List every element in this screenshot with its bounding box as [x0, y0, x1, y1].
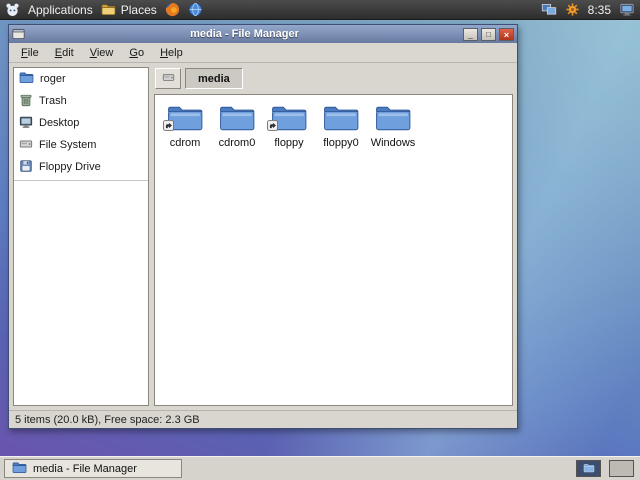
folder-icon: [12, 461, 27, 477]
titlebar[interactable]: media - File Manager _ □ ×: [9, 25, 517, 43]
file-label: cdrom0: [218, 137, 256, 149]
file-label: floppy0: [323, 137, 359, 149]
window-title: media - File Manager: [190, 28, 299, 40]
trash-icon: [19, 93, 33, 110]
places-label: Places: [120, 2, 157, 17]
clock-text: 8:35: [587, 2, 611, 17]
status-text: 5 items (20.0 kB), Free space: 2.3 GB: [15, 413, 200, 426]
sidebar-item-label: roger: [40, 73, 66, 85]
file-manager-window: media - File Manager _ □ × File Edit Vie…: [8, 24, 518, 429]
sidebar-item-home[interactable]: roger: [14, 68, 148, 90]
main-pane: media cdrom cdrom0 floppy floppy0 Window…: [154, 67, 513, 406]
folder-icon: [163, 103, 204, 136]
sidebar-item-floppy-drive[interactable]: Floppy Drive: [14, 156, 148, 178]
filesystem-icon: [162, 71, 175, 87]
pathbar-media-button[interactable]: media: [185, 68, 243, 89]
workspace-1[interactable]: [576, 460, 601, 477]
folder-icon: [267, 103, 308, 136]
monitor-tray[interactable]: [619, 0, 635, 20]
filesystem-icon: [19, 137, 33, 154]
sidebar-item-label: Floppy Drive: [39, 161, 101, 173]
symlink-emblem-icon: [267, 118, 278, 136]
file-floppy0[interactable]: floppy0: [315, 103, 367, 149]
firefox-icon: [165, 2, 180, 17]
folder-icon: [218, 103, 256, 134]
file-icon-view[interactable]: cdrom cdrom0 floppy floppy0 Windows: [154, 94, 513, 406]
file-floppy[interactable]: floppy: [263, 103, 315, 149]
workspace-pager: [576, 460, 634, 477]
taskbar-window-label: media - File Manager: [33, 462, 137, 475]
window-icon: [12, 28, 26, 41]
xfce-menu-button[interactable]: [5, 0, 20, 20]
floppy-icon: [19, 159, 33, 176]
applications-label: Applications: [28, 2, 93, 17]
menu-help[interactable]: Help: [152, 45, 191, 61]
home-folder-icon: [19, 71, 34, 87]
file-label: Windows: [370, 137, 416, 149]
folder-icon: [374, 103, 412, 134]
places-folder-icon: [101, 3, 116, 16]
taskbar-window-button[interactable]: media - File Manager: [4, 459, 182, 478]
pathbar-media-label: media: [198, 72, 230, 85]
statusbar: 5 items (20.0 kB), Free space: 2.3 GB: [9, 410, 517, 428]
sidebar-item-filesystem[interactable]: File System: [14, 134, 148, 156]
sidebar-item-label: Desktop: [39, 117, 80, 129]
sidebar-item-label: File System: [39, 139, 97, 151]
sidebar-item-desktop[interactable]: Desktop: [14, 112, 148, 134]
places-menu[interactable]: Places: [101, 0, 157, 20]
workspace-2[interactable]: [609, 460, 634, 477]
menu-view[interactable]: View: [82, 45, 122, 61]
pathbar: media: [154, 67, 513, 94]
file-cdrom0[interactable]: cdrom0: [211, 103, 263, 149]
sidebar-item-label: Trash: [39, 95, 67, 107]
file-label: cdrom: [169, 137, 201, 149]
close-button[interactable]: ×: [499, 27, 514, 41]
xfce-menu-icon: [5, 2, 20, 17]
symlink-emblem-icon: [163, 118, 174, 136]
globe-launcher[interactable]: [188, 0, 203, 20]
menu-go[interactable]: Go: [121, 45, 152, 61]
bottom-taskbar: media - File Manager: [0, 456, 640, 480]
display-settings-tray[interactable]: [541, 0, 557, 20]
mini-window-icon: [583, 460, 595, 478]
firefox-launcher[interactable]: [165, 0, 180, 20]
file-cdrom[interactable]: cdrom: [159, 103, 211, 149]
settings-tray[interactable]: [565, 0, 580, 20]
menu-edit[interactable]: Edit: [47, 45, 82, 61]
desktop: Applications Places 8:35 media - File Ma…: [0, 0, 640, 480]
monitor-icon: [619, 2, 635, 17]
shortcuts-sidebar: roger Trash Desktop File System Floppy D…: [13, 67, 149, 406]
sidebar-item-trash[interactable]: Trash: [14, 90, 148, 112]
sidebar-separator: [14, 180, 148, 181]
menu-file[interactable]: File: [13, 45, 47, 61]
menubar: File Edit View Go Help: [9, 43, 517, 63]
display-settings-icon: [541, 2, 557, 17]
top-panel: Applications Places 8:35: [0, 0, 640, 20]
clock[interactable]: 8:35: [588, 0, 611, 20]
gear-icon: [565, 2, 580, 17]
pathbar-root-button[interactable]: [155, 68, 181, 89]
globe-icon: [188, 2, 203, 17]
desktop-icon: [19, 115, 33, 132]
applications-menu[interactable]: Applications: [28, 0, 93, 20]
file-windows[interactable]: Windows: [367, 103, 419, 149]
window-content: roger Trash Desktop File System Floppy D…: [9, 63, 517, 410]
file-label: floppy: [274, 137, 304, 149]
minimize-button[interactable]: _: [463, 27, 478, 41]
folder-icon: [322, 103, 360, 134]
maximize-button[interactable]: □: [481, 27, 496, 41]
